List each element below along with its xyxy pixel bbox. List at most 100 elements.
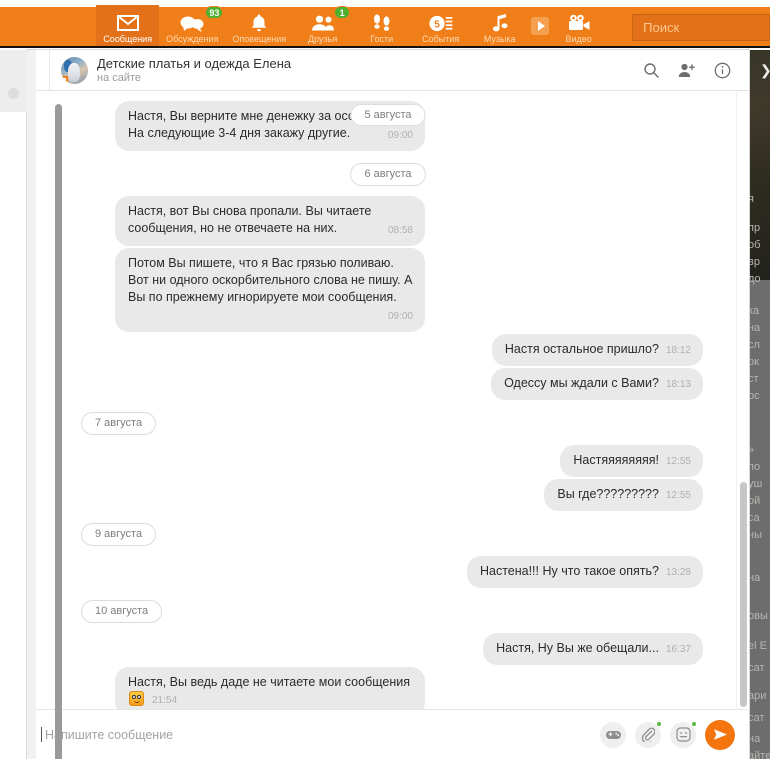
notification-dot [691,720,697,727]
nav-item-video-camera[interactable]: Видео [549,5,608,46]
message-bubble[interactable]: Настяяяяяяяя! 12:55 [560,445,703,477]
page-scrollbar-thumb[interactable] [55,104,62,759]
date-separator: 7 августа [27,412,749,435]
message-bubble[interactable]: Настя остальное пришло? 18:12 [491,334,703,366]
header-texts: Детские платья и одежда Елена на сайте [97,56,291,85]
date-separator: 10 августа [27,600,749,623]
header-actions [643,62,749,79]
nav-item-footprints[interactable]: Гости [352,5,411,46]
message-time: 08:58 [387,225,413,236]
message-row: Настя, Вы ведь даде не читаете мои сообщ… [27,667,749,709]
nav-item-calendar-five[interactable]: 5 События [411,5,470,46]
online-badge [61,75,68,84]
message-row: Настя, Ну Вы же обещали... 16:37 [27,633,749,665]
date-separator-label: 10 августа [81,600,163,623]
message-row: Потом Вы пишете, что я Вас грязью полива… [27,248,749,332]
info-icon[interactable] [714,62,731,79]
chat-scrollbar-thumb[interactable] [740,482,747,707]
nav-items: Сообщения 93 Обсуждения Оповещения 1 Друзья Го… [96,5,608,46]
search-placeholder: Поиск [643,20,680,35]
text-caret [41,727,42,742]
message-text: Настя, вот Вы снова пропали. Вы читаете … [128,204,372,235]
nav-item-label: Видео [565,34,592,44]
notification-dot [656,720,662,727]
nav-item-envelope[interactable]: Сообщения [96,5,160,46]
message-time: 12:55 [665,456,691,467]
nav-item-label: Музыка [483,34,516,44]
message-time: 16:37 [665,644,691,655]
message-time: 09:00 [387,130,413,141]
message-time: 18:13 [665,379,691,390]
nav-item-label: Гости [370,34,394,44]
nav-item-speech-bubbles[interactable]: 93 Обсуждения [159,5,225,46]
message-row: Настя, вот Вы снова пропали. Вы читаете … [27,196,749,246]
paperclip-icon[interactable] [635,720,662,748]
search-icon[interactable] [643,62,660,79]
message-bubble[interactable]: Настя, Ну Вы же обещали... 16:37 [483,633,703,665]
message-bubble[interactable]: Одессу мы ждали с Вами? 18:13 [491,368,703,400]
nav-item-label: Обсуждения [166,34,219,44]
message-list[interactable]: Настя, Вы верните мне денежку за ососнож… [27,91,749,709]
search-box[interactable]: Поиск [632,14,770,41]
svg-text:5: 5 [434,19,440,30]
message-row: Настяяяяяяяя! 12:55 [27,445,749,477]
message-row: Вы где????????? 12:55 [27,479,749,511]
nav-badge: 1 [334,6,351,19]
bell-icon [251,13,267,33]
nav-badge: 93 [205,6,224,19]
envelope-icon [116,13,139,33]
nav-item-people[interactable]: 1 Друзья [293,5,352,46]
top-navigation-bar: Сообщения 93 Обсуждения Оповещения 1 Друзья Го… [0,5,770,48]
header-divider [49,49,50,91]
send-icon[interactable] [705,719,735,750]
contact-avatar[interactable] [61,56,88,84]
message-bubble[interactable]: Настена!!! Ну что такое опять? 13:28 [466,556,703,588]
music-note-icon [492,13,508,33]
message-text: Вы где????????? [557,487,659,501]
add-person-icon[interactable] [678,62,696,79]
play-icon[interactable] [531,16,550,35]
message-time: 09:00 [387,311,413,322]
message-text: Настяяяяяяяя! [573,453,659,467]
gamepad-icon[interactable] [600,721,626,748]
date-separator-label: 7 августа [81,412,157,435]
chat-header: Детские платья и одежда Елена на сайте [27,49,749,91]
footprints-icon [372,13,392,33]
message-text: Настя, Вы ведь даде не читаете мои сообщ… [128,675,410,689]
chat-scrollbar-track[interactable] [736,92,749,710]
message-bubble[interactable]: Настя, Вы ведь даде не читаете мои сообщ… [115,667,425,709]
message-bubble[interactable]: Потом Вы пишете, что я Вас грязью полива… [115,248,425,332]
left-panel-avatar-dot [8,88,19,99]
message-bubble[interactable]: Настя, вот Вы снова пропали. Вы читаете … [115,196,425,246]
nav-left-spacer [0,7,96,46]
nav-item-label: События [422,34,460,44]
message-input[interactable]: Напишите сообщение [45,728,173,742]
left-panel-fragment [0,50,27,112]
page-scrollbar-track[interactable] [27,50,62,759]
message-time: 13:28 [665,567,691,578]
smiley-icon[interactable] [670,720,697,748]
calendar-five-icon: 5 [429,13,453,33]
message-bubble[interactable]: Вы где????????? 12:55 [544,479,703,511]
chat-status: на сайте [97,71,142,84]
message-time: 18:12 [665,345,691,356]
date-separator-label: 6 августа [350,163,426,186]
chat-title[interactable]: Детские платья и одежда Елена [97,56,291,71]
speech-bubbles-icon [180,13,204,33]
date-separator: 6 августа [27,163,749,186]
people-icon [311,13,335,33]
message-row: Одессу мы ждали с Вами? 18:13 [27,368,749,400]
nav-item-label: Сообщения [103,34,153,44]
message-time: 12:55 [665,490,691,501]
message-time: 21:54 [152,695,178,706]
message-row: Настена!!! Ну что такое опять? 13:28 [27,556,749,588]
message-row: Настя остальное пришло? 18:12 [27,334,749,366]
chat-modal: Детские платья и одежда Елена на сайте Н… [27,49,749,759]
sticky-date-separator: 5 августа [350,104,426,126]
sad-face-emoji [129,691,144,706]
video-camera-icon [567,13,591,33]
nav-item-bell[interactable]: Оповещения [225,5,293,46]
close-overlay-icon[interactable]: ❯ [760,62,770,79]
nav-item-music-note[interactable]: Музыка [470,5,529,46]
date-separator: 9 августа [27,523,749,546]
